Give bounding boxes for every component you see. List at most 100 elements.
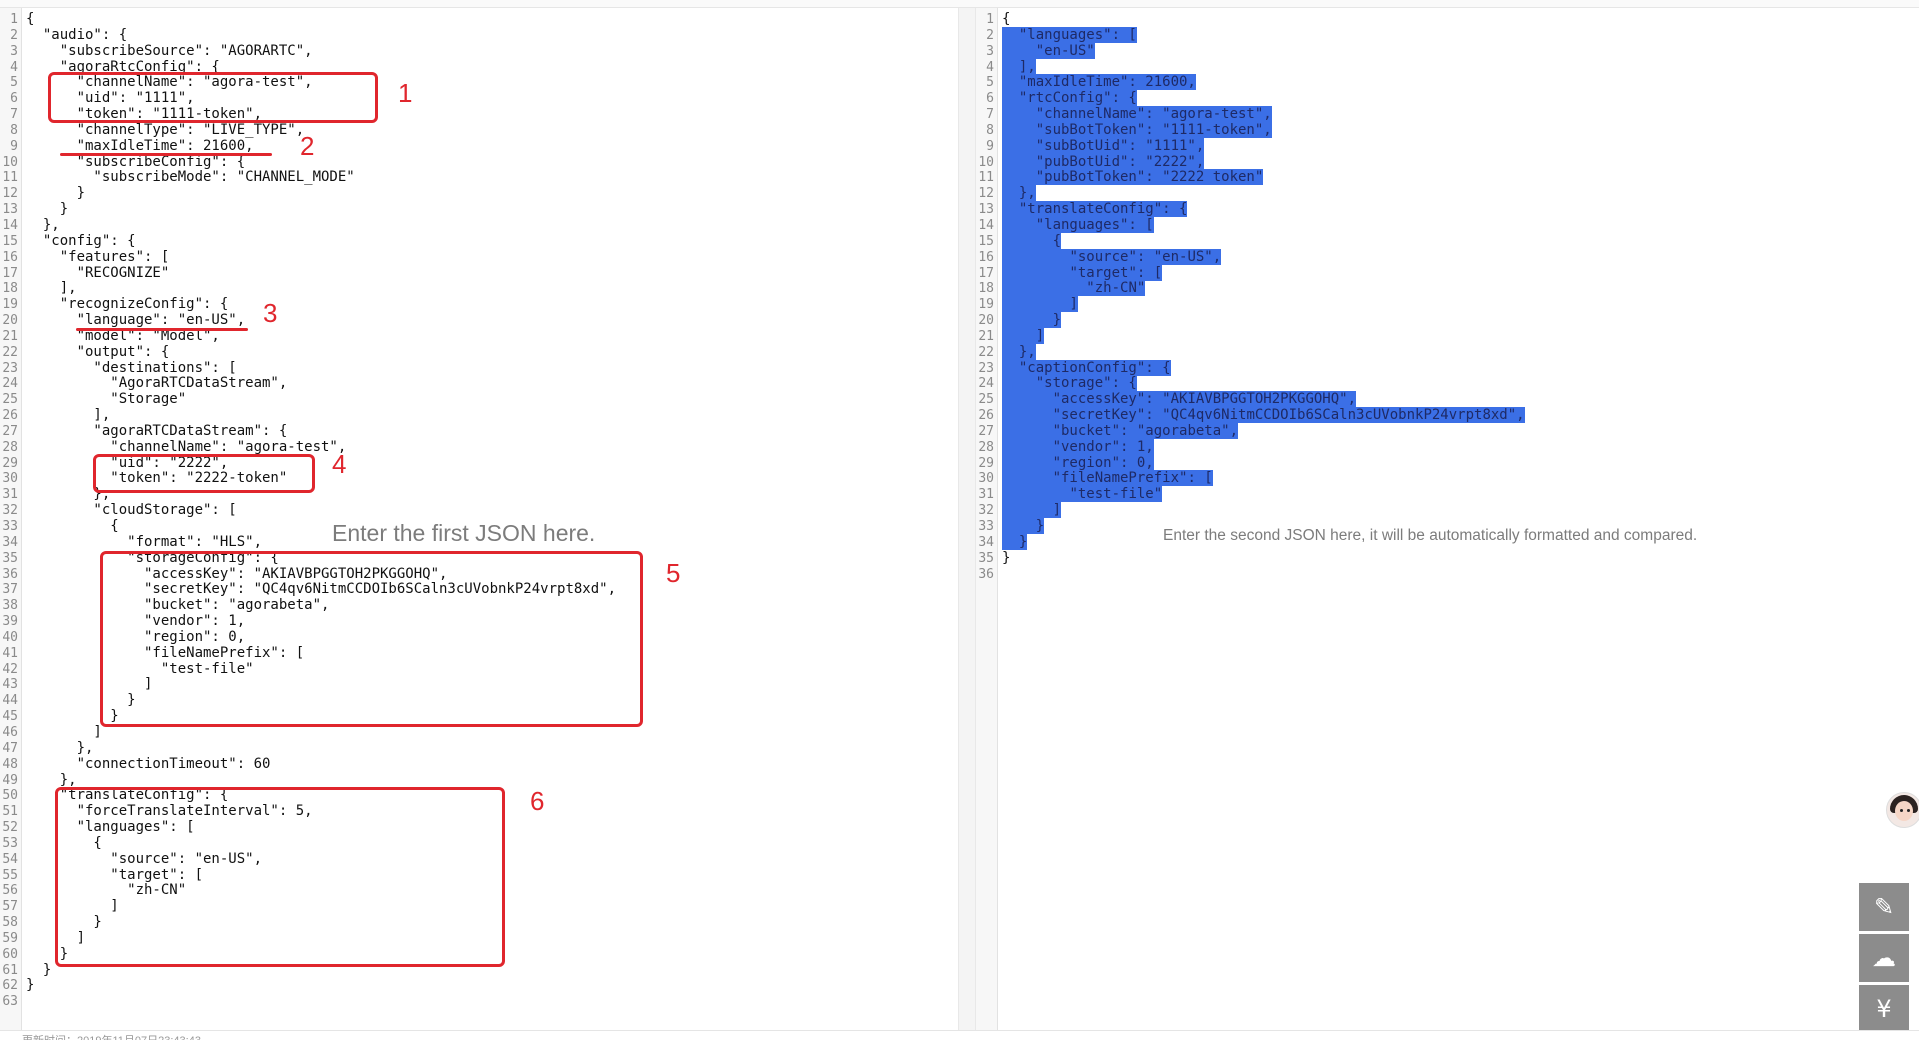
right-code-line: 6 "rtcConfig": { (976, 90, 1919, 107)
line-number: 57 (2, 899, 18, 915)
line-text: "format": "HLS", (26, 533, 263, 550)
line-text: ], (26, 407, 111, 424)
right-code-line: 31 "test-file" (976, 486, 1919, 503)
line-text: "region": 0, (1002, 454, 1154, 472)
footer-bar (0, 1030, 1919, 1041)
line-text: } (26, 961, 52, 978)
line-text: "translateConfig": { (1002, 201, 1188, 218)
left-code-line: 12 } (0, 185, 958, 202)
line-text: "output": { (26, 343, 170, 360)
annotation-underline-3 (76, 328, 248, 331)
line-number: 27 (978, 423, 994, 439)
left-code-line: 14 }, (0, 217, 958, 234)
chat-bubble-icon[interactable]: ☁ (1859, 934, 1909, 982)
right-editor-placeholder: Enter the second JSON here, it will be a… (1163, 527, 1698, 544)
right-code-line: 2 "languages": [ (976, 26, 1919, 44)
line-number: 22 (978, 344, 994, 360)
line-number: 19 (978, 297, 994, 313)
line-number: 60 (2, 946, 18, 962)
annotation-number-6: 6 (530, 786, 545, 816)
line-text: } (26, 201, 69, 218)
line-number: 15 (978, 233, 994, 249)
left-editor-placeholder: Enter the first JSON here. (332, 520, 596, 546)
annotation-number-5: 5 (666, 558, 681, 588)
line-number: 37 (2, 582, 18, 598)
line-number: 62 (2, 978, 18, 994)
line-number: 15 (2, 233, 18, 249)
line-number: 44 (2, 693, 18, 709)
right-code-line: 23 "captionConfig": { (976, 359, 1919, 377)
line-text: "subscribeConfig": { (26, 153, 246, 170)
line-text: "destinations": [ (26, 359, 237, 376)
left-code-line: 23 "destinations": [ (0, 359, 958, 377)
yuan-icon[interactable]: ¥ (1859, 985, 1909, 1033)
line-number: 49 (2, 772, 18, 788)
feedback-edit-icon[interactable]: ✎ (1859, 883, 1909, 931)
line-text: } (1002, 533, 1028, 551)
line-number: 2 (986, 27, 994, 43)
line-number: 34 (978, 534, 994, 550)
side-toolbar: ✎ ☁ ¥ (1859, 883, 1909, 1036)
line-number: 33 (978, 519, 994, 534)
line-number: 28 (2, 439, 18, 455)
right-json-editor[interactable]: 1{2 "languages": [3 "en-US" 4 ], 5 "maxIdl… (976, 8, 1919, 1030)
line-number: 5 (986, 75, 994, 91)
left-code-line: 49 }, (0, 772, 958, 789)
line-number: 18 (978, 281, 994, 297)
line-number: 13 (2, 202, 18, 218)
line-number: 26 (2, 408, 18, 424)
right-code-line: 28 "vendor": 1, (976, 438, 1919, 456)
assistant-avatar[interactable] (1886, 792, 1919, 828)
line-text: "captionConfig": { (1002, 359, 1171, 377)
line-number: 24 (2, 376, 18, 392)
annotation-box-4 (93, 454, 315, 493)
line-text: "subscribeSource": "AGORARTC", (26, 42, 313, 59)
line-number: 41 (2, 645, 18, 661)
line-number: 36 (978, 566, 994, 582)
left-code-line: 13 } (0, 201, 958, 218)
line-number: 11 (978, 170, 994, 186)
line-text: }, (1002, 185, 1036, 202)
line-number: 20 (2, 313, 18, 329)
line-text: "pubBotToken": "2222 token" (1002, 169, 1264, 186)
right-code-line: 29 "region": 0, (976, 454, 1919, 472)
line-text: "channelType": "LIVE_TYPE", (26, 121, 305, 138)
line-number: 5 (10, 75, 18, 91)
right-code-lines: 1{2 "languages": [3 "en-US" 4 ], 5 "maxIdl… (976, 11, 1919, 582)
line-number: 8 (986, 122, 994, 138)
right-code-line: 27 "bucket": "agorabeta", (976, 422, 1919, 440)
line-number: 3 (986, 43, 994, 59)
line-text: "fileNamePrefix": [ (1002, 470, 1213, 487)
left-code-line: 2 "audio": { (0, 27, 958, 44)
line-text: "subBotToken": "1111-token", (1002, 121, 1272, 139)
annotation-box-6 (55, 787, 505, 967)
right-code-line: 18 "zh-CN" (976, 280, 1919, 297)
annotation-number-4: 4 (332, 449, 347, 479)
line-number: 27 (2, 423, 18, 439)
right-code-line: 4 ], (976, 58, 1919, 76)
line-text: ] (1002, 296, 1078, 313)
line-number: 36 (2, 566, 18, 582)
right-code-line: 5 "maxIdleTime": 21600, (976, 74, 1919, 91)
right-code-line: 21 ] (976, 327, 1919, 345)
left-code-line: 48 "connectionTimeout": 60 (0, 756, 958, 773)
line-text: { (1002, 232, 1062, 250)
line-number: 55 (2, 867, 18, 883)
editor-divider[interactable] (958, 8, 976, 1030)
line-number: 46 (2, 724, 18, 740)
line-number: 58 (2, 915, 18, 931)
line-text: { (26, 11, 35, 27)
left-code-line: 63 (0, 994, 958, 1010)
line-number: 33 (2, 519, 18, 534)
line-number: 25 (978, 392, 994, 408)
line-text: "cloudStorage": [ (26, 502, 237, 519)
left-code-line: 16 "features": [ (0, 249, 958, 266)
line-text: } (1002, 518, 1045, 535)
line-text: "target": [ (1002, 264, 1163, 282)
line-number: 7 (986, 107, 994, 123)
line-text: "AgoraRTCDataStream", (26, 375, 288, 392)
right-code-line: 11 "pubBotToken": "2222 token" (976, 169, 1919, 186)
line-number: 23 (2, 360, 18, 376)
line-number: 42 (2, 661, 18, 677)
line-text: "accessKey": "AKIAVBPGGTOH2PKGGOHQ", (1002, 391, 1357, 408)
